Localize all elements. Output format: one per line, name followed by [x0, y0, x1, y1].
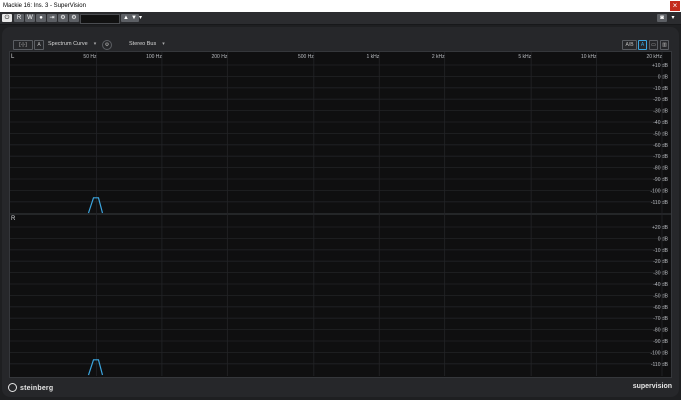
- preset-menu-chevron-icon[interactable]: ▾: [137, 14, 144, 22]
- db-tick-label: -100 dB: [650, 350, 668, 356]
- db-tick-label: -90 dB: [653, 339, 668, 345]
- db-tick-label: -10 dB: [653, 86, 668, 92]
- db-tick-label: -110 dB: [651, 362, 669, 368]
- chevron-down-icon: ▾: [93, 41, 97, 47]
- layout-a-button[interactable]: A: [638, 40, 647, 50]
- db-tick-label: -100 dB: [650, 188, 668, 194]
- steinberg-mark-icon: [8, 383, 17, 392]
- gear-icon[interactable]: ⚙: [69, 14, 79, 22]
- db-tick-label: -10 dB: [653, 248, 668, 254]
- steinberg-logo: steinberg: [8, 383, 53, 392]
- toolbar-menu-chevron-icon[interactable]: ▾: [669, 14, 677, 22]
- supervision-logo: supervision: [632, 383, 672, 390]
- db-tick-label: -20 dB: [653, 97, 668, 103]
- freq-tick-label: 10 kHz: [581, 54, 597, 60]
- db-tick-label: -30 dB: [653, 109, 668, 115]
- db-tick-label: -70 dB: [653, 316, 668, 322]
- db-tick-label: +10 dB: [652, 63, 669, 69]
- power-button[interactable]: ⏻: [2, 14, 12, 22]
- host-toolbar: ⏻ R W ● ⇥ ⚙ ⚙ ▲ ▼ ▾ ◙ ▾: [0, 12, 681, 25]
- window-titlebar: Mackie 16: Ins. 3 - SuperVision ×: [0, 0, 681, 12]
- spectrum-svg: +10 dB 0 dB -10 dB -20 dB -30 dB -40 dB -50 dB…: [10, 52, 671, 376]
- db-tick-label: -80 dB: [653, 328, 668, 334]
- compare-icon[interactable]: A/B: [622, 40, 637, 50]
- db-tick-label: -30 dB: [653, 271, 668, 277]
- db-tick-label: -50 dB: [653, 131, 668, 137]
- freq-tick-label: 20 kHz: [646, 54, 662, 60]
- write-automation-button[interactable]: W: [25, 14, 35, 22]
- freq-tick-label: 1 kHz: [366, 54, 379, 60]
- close-button[interactable]: ×: [670, 1, 680, 11]
- freq-tick-label: 2 kHz: [432, 54, 445, 60]
- channel-label-l: L: [11, 54, 15, 60]
- db-tick-label: 0 dB: [658, 236, 669, 242]
- db-tick-label: -40 dB: [653, 282, 668, 288]
- db-tick-label: -40 dB: [653, 120, 668, 126]
- db-tick-label: -50 dB: [653, 293, 668, 299]
- read-automation-button[interactable]: R: [14, 14, 24, 22]
- sidechain-icon[interactable]: ⇥: [47, 14, 57, 22]
- window-title: Mackie 16: Ins. 3 - SuperVision: [3, 3, 86, 9]
- preset-settings-icon[interactable]: ⚙: [58, 14, 68, 22]
- channel-label-r: R: [11, 216, 16, 222]
- db-tick-label: -60 dB: [653, 143, 668, 149]
- db-tick-label: -90 dB: [653, 177, 668, 183]
- link-channels-icon[interactable]: [◦|◦]: [13, 40, 33, 50]
- db-tick-label: -80 dB: [653, 166, 668, 172]
- module-settings-icon[interactable]: ⚙: [102, 40, 112, 50]
- freq-tick-label: 200 Hz: [211, 54, 227, 60]
- db-tick-label: -20 dB: [653, 259, 668, 265]
- plugin-header: [◦|◦] A Spectrum Curve ▾ ⚙ Stereo Bus ▾ A/…: [10, 38, 669, 50]
- freq-tick-label: 100 Hz: [146, 54, 162, 60]
- db-tick-label: -60 dB: [653, 305, 668, 311]
- layout-split-icon[interactable]: ▥: [660, 40, 669, 50]
- freq-tick-label: 500 Hz: [298, 54, 314, 60]
- db-tick-label: 0 dB: [658, 74, 669, 80]
- spectrum-curve-l: [87, 197, 104, 214]
- spectrum-display[interactable]: +10 dB 0 dB -10 dB -20 dB -30 dB -40 dB -50 dB…: [9, 51, 672, 378]
- bypass-icon[interactable]: ●: [36, 14, 46, 22]
- a-slot-button[interactable]: A: [34, 40, 44, 50]
- freq-tick-label: 50 Hz: [83, 54, 97, 60]
- db-tick-label: -110 dB: [651, 200, 669, 206]
- preset-name-field[interactable]: [80, 14, 120, 24]
- chevron-down-icon: ▾: [162, 41, 165, 47]
- steinberg-wordmark: steinberg: [20, 385, 54, 392]
- spectrum-curve-r: [87, 359, 104, 376]
- module-select-label: Spectrum Curve: [48, 41, 88, 47]
- db-tick-label: +20 dB: [652, 225, 669, 231]
- freq-tick-label: 5 kHz: [518, 54, 531, 60]
- layout-single-icon[interactable]: ▭: [649, 40, 658, 50]
- module-select[interactable]: Spectrum Curve ▾: [48, 39, 96, 49]
- bus-select-label: Stereo Bus: [129, 41, 157, 47]
- db-tick-label: -70 dB: [653, 154, 668, 160]
- bus-select[interactable]: Stereo Bus ▾: [129, 39, 165, 49]
- camera-icon[interactable]: ◙: [657, 14, 667, 22]
